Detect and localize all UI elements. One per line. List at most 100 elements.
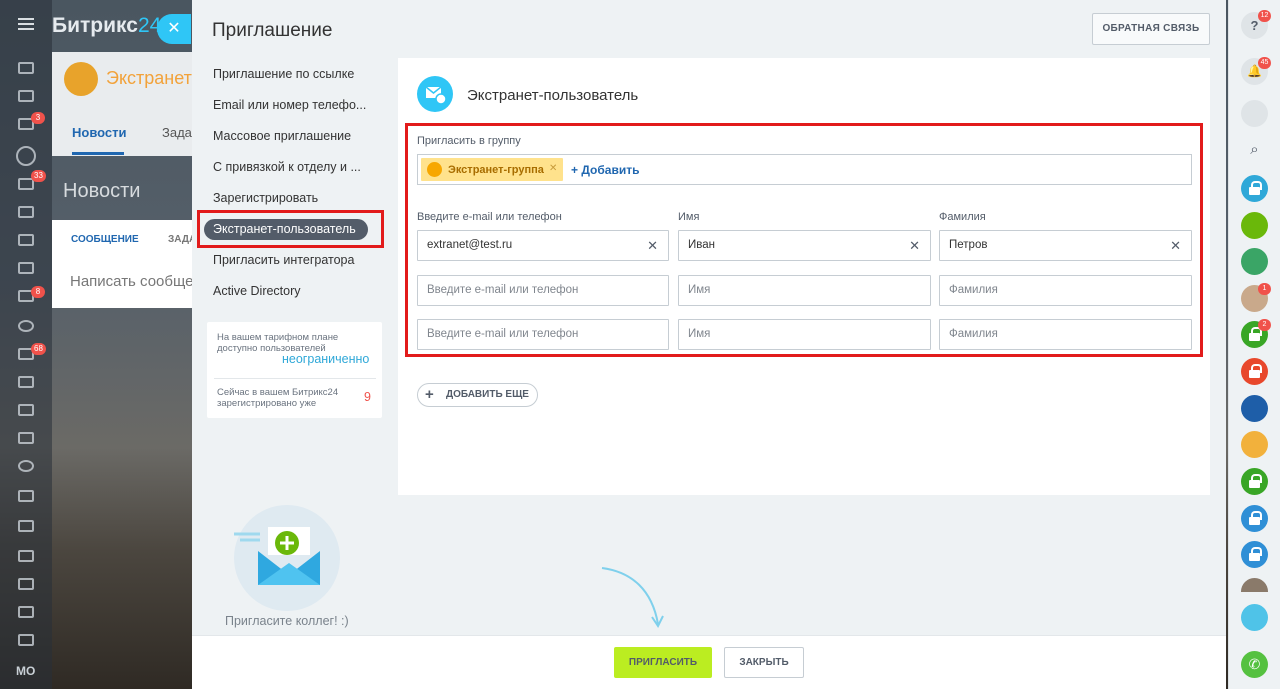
lock-icon[interactable] — [1241, 505, 1268, 532]
clear-icon[interactable]: ✕ — [1170, 231, 1181, 260]
name-field[interactable]: Иван ✕ — [678, 230, 931, 261]
nav-invite-integrator[interactable]: Пригласить интегратора — [213, 253, 354, 267]
right-sidebar: ? 12 🔔 45 ⌕ 1 2 ✆ — [1228, 0, 1280, 689]
chart-icon[interactable] — [18, 432, 34, 444]
highlight-frame — [197, 210, 384, 248]
sidebar-icon[interactable] — [18, 62, 34, 74]
avatar[interactable] — [1241, 431, 1268, 458]
group-icon[interactable] — [1241, 248, 1268, 275]
email-field[interactable]: Введите e-mail или телефон — [417, 319, 669, 350]
cart-icon[interactable] — [18, 520, 34, 532]
grid-icon[interactable] — [18, 376, 34, 388]
left-sidebar: 3 33 8 68 МО — [0, 0, 52, 689]
notification-badge: 45 — [1258, 57, 1271, 69]
nav-email-phone[interactable]: Email или номер телефо... — [213, 98, 366, 112]
tab-underline — [72, 152, 124, 155]
calendar-icon[interactable] — [18, 234, 34, 246]
background-write-placeholder: Написать сообще — [70, 273, 194, 290]
notification-badge: 3 — [31, 112, 45, 124]
group-label: Пригласить в группу — [417, 135, 521, 147]
tariff-text: зарегистрировано уже — [217, 398, 317, 409]
notification-badge: 1 — [1258, 283, 1271, 295]
search-icon[interactable]: ⌕ — [1241, 136, 1268, 163]
nav-register[interactable]: Зарегистрировать — [213, 191, 318, 205]
add-group-link[interactable]: + Добавить — [571, 163, 639, 177]
notification-badge: 2 — [1258, 319, 1271, 331]
background-tab-tasks: Зада — [162, 125, 192, 140]
box-icon[interactable] — [18, 634, 34, 646]
clear-icon[interactable]: ✕ — [909, 231, 920, 260]
nav-department-invite[interactable]: С привязкой к отделу и ... — [213, 160, 361, 174]
envelope-globe-icon — [425, 86, 447, 105]
checklist-icon[interactable] — [1241, 212, 1268, 239]
envelope-icon — [234, 527, 320, 585]
lock-icon[interactable] — [1241, 468, 1268, 495]
name-value: Иван — [688, 239, 715, 251]
settings-icon[interactable] — [18, 490, 34, 502]
registered-count: 9 — [364, 390, 371, 404]
document-icon[interactable] — [18, 262, 34, 274]
email-value: extranet@test.ru — [427, 239, 513, 251]
extranet-user-icon — [417, 76, 453, 112]
box-icon[interactable] — [18, 606, 34, 618]
group-avatar — [64, 62, 98, 96]
nav-invite-link[interactable]: Приглашение по ссылке — [213, 67, 354, 81]
drive-icon[interactable] — [18, 206, 34, 218]
logo-main: Битрикс — [52, 14, 138, 37]
surname-field[interactable]: Фамилия — [939, 319, 1192, 350]
window-icon[interactable] — [18, 550, 34, 562]
group-chat-icon[interactable] — [1241, 395, 1268, 422]
sidebar-icon[interactable] — [18, 90, 34, 102]
phone-icon[interactable]: ✆ — [1241, 651, 1268, 678]
coin-icon[interactable] — [18, 460, 34, 472]
notification-badge: 33 — [31, 170, 46, 182]
name-field[interactable]: Имя — [678, 319, 931, 350]
lock-icon[interactable] — [1241, 541, 1268, 568]
feedback-button[interactable]: ОБРАТНАЯ СВЯЗЬ — [1092, 13, 1210, 45]
email-field[interactable]: extranet@test.ru ✕ — [417, 230, 669, 261]
menu-icon[interactable] — [18, 18, 34, 30]
clock-icon[interactable] — [18, 320, 34, 332]
nav-mass-invite[interactable]: Массовое приглашение — [213, 129, 351, 143]
plus-icon: + — [425, 386, 434, 403]
background-group-title: Экстранет — [106, 68, 192, 88]
shop-icon[interactable] — [18, 404, 34, 416]
invite-button[interactable]: ПРИГЛАСИТЬ — [614, 647, 712, 678]
open-lines-icon[interactable] — [1241, 604, 1268, 631]
lock-icon[interactable] — [1241, 175, 1268, 202]
email-field[interactable]: Введите e-mail или телефон — [417, 275, 669, 306]
surname-value: Петров — [949, 239, 988, 251]
user-initials[interactable]: МО — [16, 664, 35, 678]
remove-chip-icon[interactable]: ✕ — [549, 163, 557, 174]
card-title: Экстранет-пользователь — [467, 87, 639, 104]
name-field[interactable]: Имя — [678, 275, 931, 306]
close-button[interactable]: ЗАКРЫТЬ — [724, 647, 804, 678]
logo: Битрикс24 — [52, 14, 161, 38]
add-more-button[interactable]: ДОБАВИТЬ ЕЩЕ — [417, 383, 538, 407]
divider — [214, 378, 376, 379]
background-news-title: Новости — [63, 180, 141, 202]
avatar[interactable] — [1241, 578, 1268, 592]
chat-icon[interactable] — [1241, 100, 1268, 127]
notification-badge: 8 — [31, 286, 45, 298]
close-panel-button[interactable]: ✕ — [157, 14, 191, 44]
tariff-value: неограниченно — [282, 352, 370, 366]
arrow-decoration — [601, 567, 664, 628]
contact-icon[interactable] — [18, 578, 34, 590]
lock-icon[interactable] — [1241, 358, 1268, 385]
column-label-surname: Фамилия — [939, 211, 986, 223]
background-feed-tab: СООБЩЕНИЕ — [71, 234, 139, 245]
nav-active-directory[interactable]: Active Directory — [213, 284, 301, 298]
column-label-name: Имя — [678, 211, 700, 223]
surname-field[interactable]: Петров ✕ — [939, 230, 1192, 261]
tariff-text: На вашем тарифном плане — [217, 332, 339, 343]
clear-icon[interactable]: ✕ — [647, 231, 658, 260]
column-label-email: Введите e-mail или телефон — [417, 211, 562, 223]
panel-title: Приглашение — [212, 20, 333, 41]
surname-field[interactable]: Фамилия — [939, 275, 1192, 306]
background-tab-news: Новости — [72, 125, 127, 140]
notification-badge: 12 — [1258, 10, 1271, 22]
group-icon[interactable] — [16, 146, 36, 166]
envelope-illustration — [234, 505, 340, 611]
tariff-text: Сейчас в вашем Битрикс24 — [217, 387, 339, 398]
